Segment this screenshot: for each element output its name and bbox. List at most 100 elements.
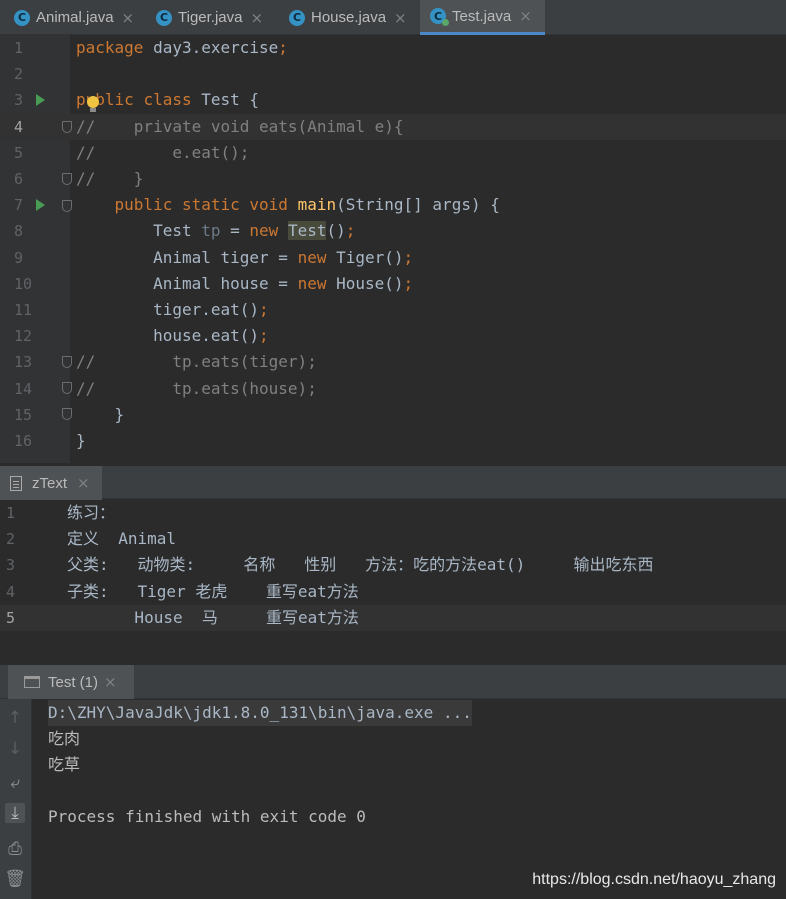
scroll-to-end-icon[interactable]: ⤓ (5, 803, 25, 823)
tab-ztext[interactable]: zText × (0, 466, 102, 500)
code-token: tiger.eat() (76, 300, 260, 319)
code-line[interactable]: 16} (0, 428, 786, 454)
close-icon[interactable]: × (519, 7, 532, 25)
run-badge-icon (442, 19, 449, 26)
code-line[interactable]: 15 } (0, 402, 786, 428)
close-icon[interactable]: × (250, 9, 263, 27)
run-gutter-icon[interactable] (36, 199, 45, 211)
code-line[interactable]: 2 (0, 61, 786, 87)
line-text: 定义 Animal (67, 529, 177, 549)
line-number: 11 (14, 301, 33, 319)
code-token: Test { (201, 90, 260, 110)
java-class-runnable-icon: C (430, 8, 449, 26)
close-icon[interactable]: × (394, 9, 407, 27)
text-line[interactable]: 5 House 马 重写eat方法 (0, 604, 786, 631)
tab-label: Test (1) (48, 673, 99, 691)
code-token: ; (259, 300, 269, 319)
up-arrow-icon[interactable]: ↑ (5, 708, 25, 728)
code-token: day3.exercise (153, 38, 279, 57)
code-token: // tp.eats(tiger); (76, 352, 317, 372)
tab-tiger-java[interactable]: C Tiger.java × (150, 0, 280, 35)
tab-label: Animal.java (36, 9, 114, 26)
print-icon[interactable]: ⎙ (5, 839, 25, 859)
tab-run-test[interactable]: Test (1) × (8, 665, 134, 699)
code-token: // e.eat(); (76, 142, 250, 162)
code-token: Test (287, 221, 327, 241)
line-number: 2 (14, 65, 24, 84)
text-line[interactable]: 2 定义 Animal (0, 526, 786, 552)
soft-wrap-icon[interactable]: ⤶ (5, 773, 25, 793)
run-tab-bar: Test (1) × (0, 665, 786, 699)
code-text: tiger.eat(); (76, 297, 269, 323)
line-number: 5 (6, 608, 16, 627)
code-text: } (76, 428, 86, 454)
editor-tab-bar: C Animal.java × C Tiger.java × C House.j… (0, 0, 786, 35)
console-command-line[interactable]: D:\ZHY\JavaJdk\jdk1.8.0_131\bin\java.exe… (48, 700, 472, 726)
ztext-editor[interactable]: 1 练习： 2 定义 Animal 3 父类: 动物类: 名称 性别 方法：吃的方法eat… (0, 500, 786, 664)
code-line[interactable]: 5 // e.eat(); (0, 140, 786, 166)
fold-icon[interactable] (62, 200, 72, 212)
console-output-line: Process finished with exit code 0 (48, 807, 366, 826)
code-text: Animal tiger = new Tiger(); (76, 245, 413, 271)
code-token: main (297, 195, 337, 215)
run-toolbar: ↑ ↓ ⤶ ⤓ ⎙ 🗑 (0, 699, 32, 899)
code-line[interactable]: 14 // tp.eats(house); (0, 376, 786, 402)
lightbulb-icon[interactable] (87, 96, 99, 112)
code-token: Animal tiger = (76, 247, 298, 267)
code-line[interactable]: 6 // } (0, 166, 786, 192)
fold-icon[interactable] (62, 356, 72, 368)
code-line[interactable]: 4 // private void eats(Animal e){ (0, 113, 786, 140)
tab-label: zText (32, 474, 68, 492)
fold-icon[interactable] (62, 382, 72, 394)
fold-icon[interactable] (62, 121, 72, 133)
code-token: Tiger() (336, 247, 404, 267)
line-number: 14 (14, 379, 33, 398)
code-line[interactable]: 7 public static void main(String[] args)… (0, 192, 786, 218)
code-token: ; (259, 326, 269, 346)
close-icon[interactable]: × (104, 673, 117, 691)
code-token: Animal house = (76, 273, 298, 293)
code-token: ; (345, 221, 356, 241)
run-gutter-icon[interactable] (36, 94, 45, 106)
line-number: 5 (14, 143, 24, 162)
code-line[interactable]: 9 Animal tiger = new Tiger(); (0, 245, 786, 271)
tab-test-java[interactable]: C Test.java × (420, 0, 545, 35)
tab-house-java[interactable]: C House.java × (283, 0, 416, 35)
code-line[interactable]: 11 tiger.eat(); (0, 297, 786, 323)
tab-animal-java[interactable]: C Animal.java × (8, 0, 145, 35)
fold-icon[interactable] (62, 173, 72, 185)
line-number: 13 (14, 353, 33, 372)
line-number: 16 (14, 432, 33, 450)
code-line[interactable]: 3 public class Test { (0, 87, 786, 113)
code-line[interactable]: 8 Test tp = new Test(); (0, 218, 786, 244)
close-icon[interactable]: × (77, 474, 90, 492)
code-text: // } (76, 166, 143, 192)
close-icon[interactable]: × (122, 9, 135, 27)
code-token: ; (278, 38, 288, 57)
code-editor[interactable]: 1 package day3.exercise; 2 3 public class Te… (0, 35, 786, 463)
text-line[interactable]: 4 子类: Tiger 老虎 重写eat方法 (0, 579, 786, 605)
text-line[interactable]: 1 练习： (0, 500, 786, 526)
code-line[interactable]: 10 Animal house = new House(); (0, 271, 786, 297)
code-text: public static void main(String[] args) { (76, 192, 500, 218)
code-line[interactable]: 1 package day3.exercise; (0, 35, 786, 61)
console-output-line: 吃草 (48, 755, 81, 774)
code-token: () (326, 221, 346, 241)
code-text: public class Test { (76, 87, 259, 113)
line-text: 父类: 动物类: 名称 性别 方法：吃的方法eat() 输出吃东西 (67, 555, 654, 575)
code-line[interactable]: 12 house.eat(); (0, 323, 786, 349)
java-class-icon: C (289, 9, 305, 26)
line-number: 12 (14, 327, 33, 346)
fold-icon[interactable] (62, 408, 72, 420)
code-token: package (76, 38, 154, 57)
run-console[interactable]: https://blog.csdn.net/haoyu_zhang D:\ZHY… (33, 699, 786, 899)
java-class-icon: C (14, 9, 30, 26)
trash-icon[interactable]: 🗑 (4, 869, 26, 889)
code-line[interactable]: 13 // tp.eats(tiger); (0, 349, 786, 375)
line-text: 练习： (67, 503, 116, 522)
text-line[interactable]: 3 父类: 动物类: 名称 性别 方法：吃的方法eat() 输出吃东西 (0, 552, 786, 578)
code-text: // tp.eats(tiger); (76, 349, 317, 375)
down-arrow-icon[interactable]: ↓ (5, 739, 25, 759)
console-icon (24, 676, 40, 688)
